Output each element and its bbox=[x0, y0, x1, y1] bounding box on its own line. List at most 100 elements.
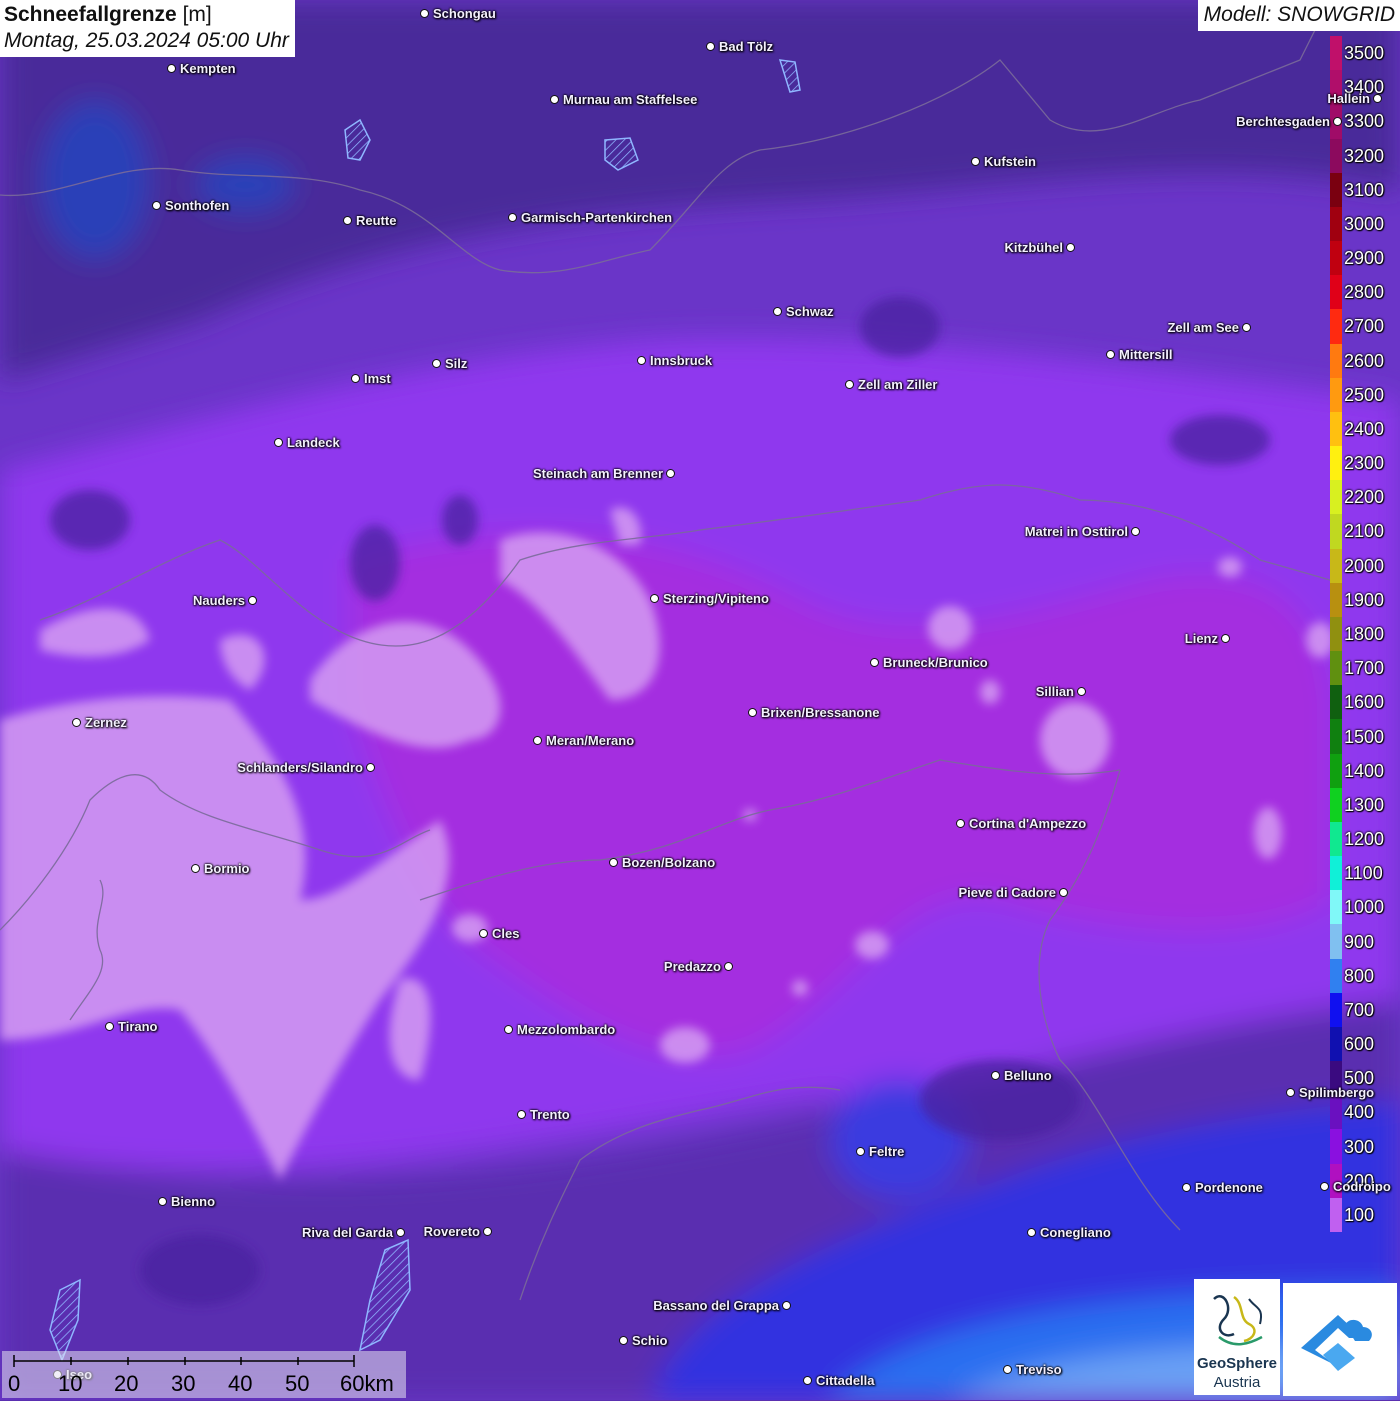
city-label: Innsbruck bbox=[650, 353, 713, 368]
legend-swatch bbox=[1330, 514, 1342, 550]
legend-label: 600 bbox=[1344, 1034, 1375, 1055]
legend-label: 2100 bbox=[1344, 521, 1385, 542]
legend-swatch bbox=[1330, 446, 1342, 481]
legend-label: 3300 bbox=[1344, 111, 1385, 132]
legend-label: 2700 bbox=[1344, 316, 1385, 337]
legend-swatch bbox=[1330, 890, 1342, 925]
map-title: Schneefallgrenze bbox=[4, 3, 177, 26]
city-label: Spilimbergo bbox=[1299, 1085, 1375, 1100]
city-label: Bozen/Bolzano bbox=[622, 855, 716, 870]
city-label: Treviso bbox=[1016, 1362, 1062, 1377]
legend-swatch bbox=[1330, 651, 1342, 686]
legend-swatch bbox=[1330, 1197, 1342, 1233]
legend-label: 3200 bbox=[1344, 145, 1385, 166]
city-label: Steinach am Brenner bbox=[532, 466, 663, 481]
legend-swatch bbox=[1330, 924, 1342, 960]
city-marker bbox=[105, 1022, 114, 1031]
city-marker bbox=[191, 864, 200, 873]
city-label: Brixen/Bressanone bbox=[761, 705, 880, 720]
legend-swatch bbox=[1330, 172, 1342, 208]
city-label: Belluno bbox=[1004, 1068, 1052, 1083]
legend-swatch bbox=[1330, 36, 1342, 71]
legend-label: 3000 bbox=[1344, 213, 1385, 234]
city-marker bbox=[1131, 527, 1140, 536]
city-label: Schongau bbox=[433, 6, 496, 21]
legend-label: 900 bbox=[1344, 931, 1375, 952]
city-marker bbox=[1182, 1183, 1191, 1192]
city-marker bbox=[724, 962, 733, 971]
city-marker bbox=[870, 658, 879, 667]
legend-label: 1200 bbox=[1344, 829, 1385, 850]
city-label: Tirano bbox=[118, 1019, 158, 1034]
legend-swatch bbox=[1330, 343, 1342, 379]
legend-swatch bbox=[1330, 206, 1342, 242]
city-label: Schlanders/Silandro bbox=[237, 760, 363, 775]
city-label: Garmisch-Partenkirchen bbox=[521, 210, 673, 225]
city-marker bbox=[1027, 1228, 1036, 1237]
city-marker bbox=[991, 1071, 1000, 1080]
city-label: Silz bbox=[445, 356, 468, 371]
legend-swatch bbox=[1330, 275, 1342, 310]
scale-label: 20 bbox=[114, 1371, 139, 1396]
legend-swatch bbox=[1330, 616, 1342, 652]
city-label: Lienz bbox=[1184, 631, 1218, 646]
city-marker bbox=[706, 42, 715, 51]
legend-label: 1500 bbox=[1344, 726, 1385, 747]
city-marker bbox=[956, 819, 965, 828]
city-marker bbox=[856, 1147, 865, 1156]
city-marker bbox=[533, 736, 542, 745]
city-label: Kempten bbox=[180, 61, 236, 76]
legend-swatch bbox=[1330, 309, 1342, 345]
city-label: Kufstein bbox=[984, 154, 1036, 169]
legend-swatch bbox=[1330, 377, 1342, 413]
city-marker bbox=[274, 438, 283, 447]
city-marker bbox=[432, 359, 441, 368]
city-label: Meran/Merano bbox=[546, 733, 635, 748]
city-marker bbox=[1221, 634, 1230, 643]
legend-label: 1400 bbox=[1344, 760, 1385, 781]
legend-label: 2500 bbox=[1344, 384, 1385, 405]
city-label: Mezzolombardo bbox=[517, 1022, 616, 1037]
city-label: Sonthofen bbox=[165, 198, 230, 213]
city-label: Berchtesgaden bbox=[1236, 114, 1330, 129]
scale-label: 0 bbox=[8, 1371, 21, 1396]
city-marker bbox=[803, 1376, 812, 1385]
city-label: Rovereto bbox=[423, 1224, 480, 1239]
scale-label: 50 bbox=[285, 1371, 310, 1396]
city-label: Pordenone bbox=[1195, 1180, 1263, 1195]
city-label: Pieve di Cadore bbox=[958, 885, 1056, 900]
city-label: Schwaz bbox=[786, 304, 834, 319]
city-label: Bienno bbox=[171, 1194, 216, 1209]
legend-label: 1300 bbox=[1344, 794, 1385, 815]
scale-label: 10 bbox=[58, 1371, 83, 1396]
city-label: Zell am See bbox=[1167, 320, 1239, 335]
legend-swatch bbox=[1330, 582, 1342, 618]
legend-label: 1900 bbox=[1344, 589, 1385, 610]
legend-label: 2000 bbox=[1344, 555, 1385, 576]
city-label: Feltre bbox=[869, 1144, 905, 1159]
city-marker bbox=[1106, 350, 1115, 359]
city-label: Matrei in Osttirol bbox=[1024, 524, 1128, 539]
city-marker bbox=[1077, 687, 1086, 696]
map-title-box: Schneefallgrenze [m] Montag, 25.03.2024 … bbox=[0, 0, 295, 57]
city-marker bbox=[1373, 94, 1382, 103]
city-label: Cortina d'Ampezzo bbox=[969, 816, 1087, 831]
city-marker bbox=[508, 213, 517, 222]
city-label: Zernez bbox=[85, 715, 127, 730]
legend-label: 2200 bbox=[1344, 487, 1385, 508]
color-legend bbox=[1330, 36, 1342, 1233]
city-marker bbox=[504, 1025, 513, 1034]
legend-swatch bbox=[1330, 787, 1342, 823]
legend-label: 2900 bbox=[1344, 248, 1385, 269]
city-label: Murnau am Staffelsee bbox=[563, 92, 698, 107]
city-marker bbox=[1059, 888, 1068, 897]
legend-label: 3500 bbox=[1344, 43, 1385, 64]
legend-swatch bbox=[1330, 411, 1342, 447]
legend-swatch bbox=[1330, 480, 1342, 515]
city-marker bbox=[248, 596, 257, 605]
legend-swatch bbox=[1330, 548, 1342, 584]
city-label: Nauders bbox=[192, 593, 245, 608]
map-datetime: Montag, 25.03.2024 05:00 Uhr bbox=[4, 29, 289, 52]
city-label: Bassano del Grappa bbox=[653, 1298, 779, 1313]
city-marker bbox=[650, 594, 659, 603]
